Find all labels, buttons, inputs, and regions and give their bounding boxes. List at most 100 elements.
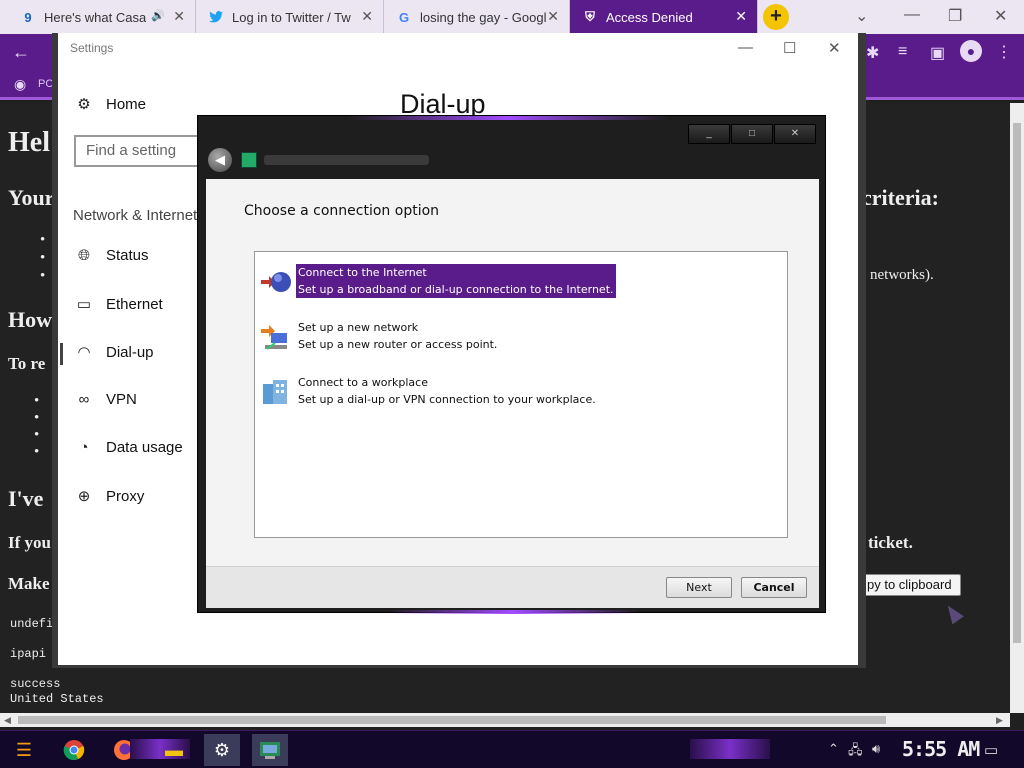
scroll-left-icon[interactable]: ◀: [4, 715, 11, 726]
option-title: Connect to the Internet: [298, 266, 427, 279]
option-text: Connect to a workplace Set up a dial-up …: [296, 374, 598, 408]
nav-vpn[interactable]: ∞ VPN: [74, 391, 137, 408]
browser-tab[interactable]: G losing the gay - Googl ✕: [384, 0, 570, 34]
taskbar: ☰ ▬ ⚙ ⌃ 🖧 🔊︎ 5:55 AM ▭: [0, 730, 1024, 768]
bullet: •: [34, 444, 40, 460]
bookmark-label[interactable]: PC: [38, 78, 53, 90]
nav-label: Proxy: [106, 487, 145, 505]
frame-glow: [388, 610, 638, 614]
selected-indicator: [60, 343, 63, 365]
frame-glow: [348, 116, 668, 120]
settings-app-icon[interactable]: ⚙: [204, 734, 240, 766]
minimize-icon[interactable]: —: [904, 6, 920, 24]
chrome-icon[interactable]: [56, 734, 92, 766]
back-button[interactable]: ◀: [208, 148, 232, 172]
option-description: Set up a broadband or dial-up connection…: [298, 283, 614, 296]
bookmark-folder-icon[interactable]: ◉: [14, 76, 26, 93]
tab-close-icon[interactable]: ✕: [173, 8, 185, 25]
scroll-thumb[interactable]: [18, 716, 886, 724]
page-subheading: Your: [8, 185, 55, 210]
taskbar-clock[interactable]: 5:55 AM: [902, 737, 980, 761]
network-wizard-icon: [241, 152, 257, 168]
browser-tab[interactable]: Log in to Twitter / Tw ✕: [196, 0, 384, 34]
ethernet-icon: ▭: [76, 296, 92, 313]
volume-icon[interactable]: 🔊︎: [872, 741, 880, 757]
profile-avatar-icon[interactable]: ●: [960, 40, 982, 62]
workplace-icon: [261, 378, 291, 406]
section-subheading: To re: [8, 354, 46, 373]
taskbar-accent: [690, 739, 770, 759]
section-subheading: Make: [8, 574, 50, 593]
wizard-heading: Choose a connection option: [244, 203, 440, 219]
tab-close-icon[interactable]: ✕: [735, 8, 747, 25]
nav-label: Ethernet: [106, 295, 163, 313]
option-description: Set up a new router or access point.: [298, 338, 498, 351]
notification-icon[interactable]: ▭: [984, 741, 998, 759]
minimize-icon[interactable]: _: [688, 124, 730, 144]
bullet-list: • • • •: [34, 393, 39, 461]
horizontal-scrollbar[interactable]: ◀ ▶: [0, 713, 1010, 727]
audio-playing-icon[interactable]: 🔊: [151, 9, 165, 22]
twitter-bird-icon: [208, 9, 224, 25]
menu-kebab-icon[interactable]: ⋮: [996, 42, 1012, 62]
option-text: Set up a new network Set up a new router…: [296, 319, 499, 353]
nav-proxy[interactable]: ⊕ Proxy: [74, 487, 145, 506]
show-hidden-icons-icon[interactable]: ⌃: [828, 741, 839, 757]
close-icon[interactable]: ✕: [828, 39, 841, 57]
tab-title: Here's what Casa: [44, 9, 147, 25]
browser-tab[interactable]: 9 Here's what Casa 🔊 ✕: [8, 0, 196, 34]
settings-window-title: Settings: [70, 41, 114, 55]
nav-ethernet[interactable]: ▭ Ethernet: [74, 295, 163, 314]
bullet: •: [40, 268, 46, 284]
tab-close-icon[interactable]: ✕: [547, 8, 559, 25]
find-setting-input[interactable]: Find a setting: [74, 135, 214, 167]
info-line: success: [10, 677, 61, 691]
option-connect-internet[interactable]: Connect to the Internet Set up a broadba…: [259, 264, 659, 300]
bullet-list: • • •: [40, 231, 45, 285]
tab-title: losing the gay - Googl: [420, 9, 547, 25]
minimize-icon[interactable]: —: [738, 39, 753, 56]
section-subheading: If you: [8, 533, 51, 552]
side-panel-icon[interactable]: ▣: [930, 43, 945, 63]
option-workplace[interactable]: Connect to a workplace Set up a dial-up …: [259, 374, 659, 410]
nav-home-label: Home: [106, 95, 147, 113]
globe-status-icon: 🌐︎: [77, 247, 90, 264]
section-subheading-right: ticket.: [868, 533, 913, 552]
new-tab-button[interactable]: +: [763, 4, 789, 30]
browser-tab-strip: 9 Here's what Casa 🔊 ✕ Log in to Twitter…: [0, 0, 1024, 34]
back-arrow-icon[interactable]: ←: [12, 42, 30, 63]
tab-close-icon[interactable]: ✕: [361, 8, 373, 25]
option-text: Connect to the Internet Set up a broadba…: [296, 264, 616, 298]
bullet: •: [34, 393, 40, 409]
router-icon: [261, 323, 291, 351]
network-wizard-app-icon[interactable]: [252, 734, 288, 766]
restore-icon[interactable]: ❐: [948, 6, 962, 26]
scroll-thumb[interactable]: [1013, 123, 1021, 643]
scroll-right-icon[interactable]: ▶: [996, 715, 1003, 726]
vertical-scrollbar[interactable]: [1010, 103, 1024, 713]
network-icon[interactable]: 🖧: [848, 741, 863, 763]
close-icon[interactable]: ✕: [774, 124, 816, 144]
file-explorer-icon[interactable]: ▬: [156, 734, 192, 766]
start-button[interactable]: ☰: [6, 734, 42, 766]
nav-data-usage[interactable]: ◔ Data usage: [74, 439, 183, 456]
browser-tab-active[interactable]: ⛨ Access Denied ✕: [570, 0, 758, 34]
bullet: •: [34, 410, 40, 426]
next-button[interactable]: Next: [666, 577, 732, 598]
bullet: •: [40, 232, 46, 248]
maximize-icon[interactable]: ☐: [783, 39, 796, 57]
vpn-icon: ∞: [78, 391, 90, 408]
tab-search-icon[interactable]: ⌄: [855, 6, 868, 26]
close-window-icon[interactable]: ✕: [994, 6, 1007, 26]
cancel-button[interactable]: Cancel: [741, 577, 807, 598]
maximize-icon[interactable]: □: [731, 124, 773, 144]
option-new-network[interactable]: Set up a new network Set up a new router…: [259, 319, 659, 355]
reading-list-icon[interactable]: ≡: [898, 43, 907, 61]
extensions-icon[interactable]: ✱: [866, 43, 879, 63]
wizard-title-redacted: [264, 155, 429, 165]
copy-to-clipboard-button[interactable]: py to clipboard: [856, 574, 961, 596]
nav-label: Data usage: [106, 439, 183, 456]
nav-dialup[interactable]: ◠ Dial-up: [74, 343, 153, 362]
nav-status[interactable]: 🌐︎ Status: [74, 247, 149, 264]
nav-home[interactable]: ⚙ Home: [74, 95, 147, 114]
